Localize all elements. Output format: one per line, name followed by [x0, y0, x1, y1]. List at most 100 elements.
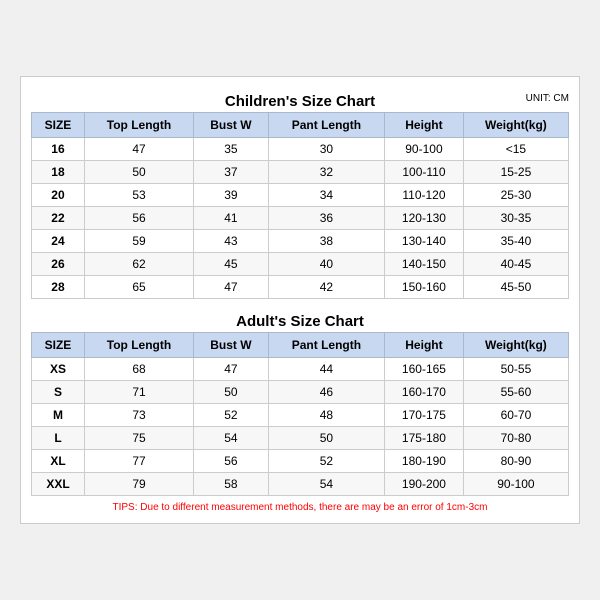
- table-cell: 20: [32, 184, 85, 207]
- table-cell: 22: [32, 207, 85, 230]
- children-table: SIZE Top Length Bust W Pant Length Heigh…: [31, 112, 569, 299]
- table-cell: 59: [84, 230, 193, 253]
- table-cell: 18: [32, 161, 85, 184]
- table-cell: 47: [84, 138, 193, 161]
- table-cell: 50: [268, 427, 384, 450]
- table-cell: 15-25: [463, 161, 568, 184]
- table-cell: 52: [268, 450, 384, 473]
- table-cell: 90-100: [385, 138, 464, 161]
- table-cell: 24: [32, 230, 85, 253]
- table-cell: XXL: [32, 473, 85, 496]
- table-cell: 35: [194, 138, 269, 161]
- table-cell: 79: [84, 473, 193, 496]
- table-cell: 120-130: [385, 207, 464, 230]
- children-section-title: Children's Size Chart UNIT: CM: [31, 87, 569, 112]
- children-header-weight: Weight(kg): [463, 113, 568, 138]
- table-cell: 47: [194, 358, 269, 381]
- tips-text: TIPS: Due to different measurement metho…: [31, 502, 569, 513]
- adults-header-bustw: Bust W: [194, 333, 269, 358]
- children-header-pantlength: Pant Length: [268, 113, 384, 138]
- table-cell: 62: [84, 253, 193, 276]
- table-cell: 53: [84, 184, 193, 207]
- table-cell: 56: [194, 450, 269, 473]
- table-cell: 73: [84, 404, 193, 427]
- table-cell: 130-140: [385, 230, 464, 253]
- table-cell: 50: [194, 381, 269, 404]
- table-cell: 100-110: [385, 161, 464, 184]
- table-cell: 71: [84, 381, 193, 404]
- table-row: 28654742150-16045-50: [32, 276, 569, 299]
- table-cell: M: [32, 404, 85, 427]
- chart-container: Children's Size Chart UNIT: CM SIZE Top …: [20, 76, 580, 524]
- children-header-size: SIZE: [32, 113, 85, 138]
- table-cell: 47: [194, 276, 269, 299]
- table-cell: 55-60: [463, 381, 568, 404]
- table-cell: 75: [84, 427, 193, 450]
- table-cell: L: [32, 427, 85, 450]
- table-cell: XS: [32, 358, 85, 381]
- table-cell: 45: [194, 253, 269, 276]
- table-cell: 25-30: [463, 184, 568, 207]
- table-cell: 35-40: [463, 230, 568, 253]
- table-cell: 44: [268, 358, 384, 381]
- table-row: 22564136120-13030-35: [32, 207, 569, 230]
- table-cell: 48: [268, 404, 384, 427]
- children-header-toplength: Top Length: [84, 113, 193, 138]
- table-cell: 34: [268, 184, 384, 207]
- table-cell: 150-160: [385, 276, 464, 299]
- table-row: XL775652180-19080-90: [32, 450, 569, 473]
- table-cell: 38: [268, 230, 384, 253]
- table-cell: XL: [32, 450, 85, 473]
- table-cell: 40-45: [463, 253, 568, 276]
- adults-header-size: SIZE: [32, 333, 85, 358]
- table-cell: 26: [32, 253, 85, 276]
- table-row: XXL795854190-20090-100: [32, 473, 569, 496]
- table-cell: 65: [84, 276, 193, 299]
- children-title-text: Children's Size Chart: [225, 93, 375, 110]
- table-cell: 50: [84, 161, 193, 184]
- adults-header-height: Height: [385, 333, 464, 358]
- table-cell: 90-100: [463, 473, 568, 496]
- table-cell: 180-190: [385, 450, 464, 473]
- table-cell: 50-55: [463, 358, 568, 381]
- table-cell: 175-180: [385, 427, 464, 450]
- adults-header-weight: Weight(kg): [463, 333, 568, 358]
- adults-table: SIZE Top Length Bust W Pant Length Heigh…: [31, 332, 569, 496]
- table-cell: 60-70: [463, 404, 568, 427]
- table-cell: 80-90: [463, 450, 568, 473]
- table-row: XS684744160-16550-55: [32, 358, 569, 381]
- table-row: M735248170-17560-70: [32, 404, 569, 427]
- table-row: S715046160-17055-60: [32, 381, 569, 404]
- table-cell: 110-120: [385, 184, 464, 207]
- children-header-bustw: Bust W: [194, 113, 269, 138]
- adults-title-text: Adult's Size Chart: [236, 313, 364, 330]
- children-header-height: Height: [385, 113, 464, 138]
- table-cell: 68: [84, 358, 193, 381]
- table-row: 20533934110-12025-30: [32, 184, 569, 207]
- table-cell: 160-170: [385, 381, 464, 404]
- table-cell: 28: [32, 276, 85, 299]
- table-cell: 40: [268, 253, 384, 276]
- table-cell: 30: [268, 138, 384, 161]
- table-cell: 30-35: [463, 207, 568, 230]
- table-cell: 54: [194, 427, 269, 450]
- table-cell: S: [32, 381, 85, 404]
- table-cell: 54: [268, 473, 384, 496]
- table-cell: 56: [84, 207, 193, 230]
- unit-label: UNIT: CM: [526, 93, 569, 104]
- table-row: 1647353090-100<15: [32, 138, 569, 161]
- table-cell: 39: [194, 184, 269, 207]
- table-cell: 170-175: [385, 404, 464, 427]
- table-cell: 46: [268, 381, 384, 404]
- table-cell: 41: [194, 207, 269, 230]
- adults-header-toplength: Top Length: [84, 333, 193, 358]
- table-cell: 45-50: [463, 276, 568, 299]
- table-cell: 36: [268, 207, 384, 230]
- adults-header-row: SIZE Top Length Bust W Pant Length Heigh…: [32, 333, 569, 358]
- table-cell: 16: [32, 138, 85, 161]
- table-cell: 70-80: [463, 427, 568, 450]
- adults-section-title: Adult's Size Chart: [31, 307, 569, 332]
- table-cell: 140-150: [385, 253, 464, 276]
- table-cell: <15: [463, 138, 568, 161]
- table-row: 18503732100-11015-25: [32, 161, 569, 184]
